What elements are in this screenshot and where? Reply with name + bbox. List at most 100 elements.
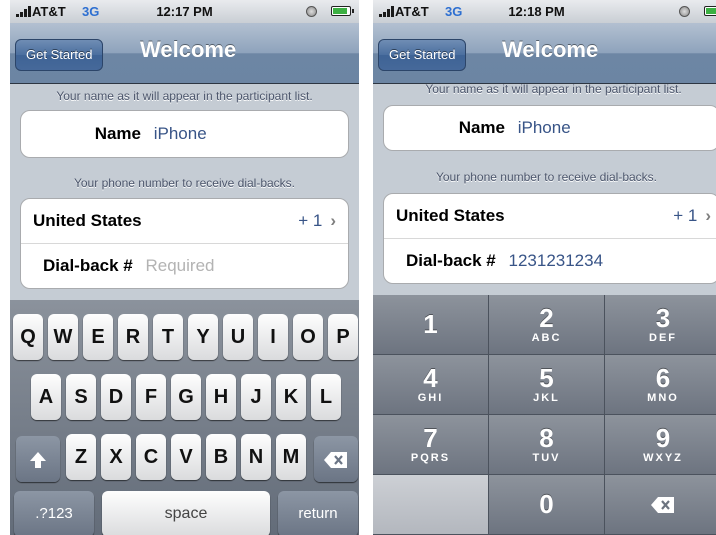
- shift-arrow-icon: [30, 451, 46, 468]
- phone-group: United States + 1 › Dial-back # 123123123…: [383, 193, 716, 284]
- letter-key[interactable]: E: [83, 314, 113, 360]
- shift-key[interactable]: [16, 436, 60, 482]
- digit-key[interactable]: 6 MNO: [605, 355, 716, 415]
- letter-key[interactable]: S: [66, 374, 96, 420]
- letter-key[interactable]: M: [276, 434, 306, 480]
- country-row[interactable]: United States + 1 ›: [384, 194, 716, 238]
- letters-label: JKL: [533, 392, 560, 404]
- page-title: Welcome: [502, 37, 599, 62]
- dialback-input[interactable]: Required: [146, 256, 215, 275]
- letter-key[interactable]: D: [101, 374, 131, 420]
- letter-key[interactable]: F: [136, 374, 166, 420]
- delete-key[interactable]: [314, 436, 358, 482]
- letter-key[interactable]: W: [48, 314, 78, 360]
- letters-label: PQRS: [410, 452, 451, 464]
- digit-key[interactable]: 0: [489, 475, 605, 535]
- name-hint: Your name as it will appear in the parti…: [56, 89, 313, 103]
- country-row[interactable]: United States + 1 ›: [21, 199, 348, 243]
- name-field[interactable]: Name iPhone: [21, 111, 348, 157]
- letter-key[interactable]: Z: [66, 434, 96, 480]
- status-time: 12:18 PM: [508, 4, 565, 19]
- letter-key[interactable]: X: [101, 434, 131, 480]
- name-value[interactable]: iPhone: [154, 124, 207, 143]
- digit-label: 4: [423, 363, 438, 393]
- digit-label: 6: [655, 363, 671, 393]
- backspace-icon: [324, 451, 347, 468]
- chevron-right-icon: ›: [330, 211, 336, 230]
- digit-label: 0: [539, 489, 554, 519]
- get-started-button[interactable]: Get Started: [378, 39, 467, 71]
- phone-screen-left: AT&T 3G 12:17 PM Get Started Welcome You…: [10, 0, 359, 535]
- numeric-keypad: 1 2 ABC 3 DEF 4 GHI 5 JKL 6 MNO 7 PQRS 8 TUV 9 WXYZ 0: [373, 295, 716, 535]
- get-started-button[interactable]: Get Started: [15, 39, 104, 71]
- name-label: Name: [94, 124, 141, 143]
- dialback-label: Dial-back #: [43, 256, 133, 275]
- digit-key[interactable]: 2 ABC: [489, 295, 605, 355]
- letter-key[interactable]: P: [328, 314, 358, 360]
- letters-label: WXYZ: [643, 452, 683, 464]
- digit-label: 1: [423, 309, 438, 339]
- navigation-bar: Get Started Welcome: [373, 23, 716, 84]
- digit-label: 5: [539, 363, 554, 393]
- letter-key[interactable]: G: [171, 374, 201, 420]
- digit-key[interactable]: 7 PQRS: [373, 415, 489, 475]
- digit-label: 2: [539, 303, 554, 333]
- letter-key[interactable]: U: [223, 314, 253, 360]
- dialback-field[interactable]: Dial-back # 1231231234: [384, 238, 716, 283]
- name-label: Name: [458, 118, 505, 137]
- digit-label: 7: [423, 423, 438, 453]
- country-code: + 1: [673, 206, 698, 225]
- phone-hint: Your phone number to receive dial-backs.: [73, 176, 296, 190]
- phone-screen-right: AT&T 3G 12:18 PM Get Started Welcome You…: [373, 0, 716, 535]
- letter-key[interactable]: I: [258, 314, 288, 360]
- letters-label: TUV: [532, 452, 561, 464]
- digit-key[interactable]: 3 DEF: [605, 295, 716, 355]
- digit-key[interactable]: 1: [373, 295, 489, 355]
- name-group: Name iPhone: [383, 105, 716, 151]
- alarm-icon: [679, 6, 690, 17]
- name-value[interactable]: iPhone: [518, 118, 571, 137]
- letter-key[interactable]: B: [206, 434, 236, 480]
- letter-key[interactable]: H: [206, 374, 236, 420]
- navigation-bar: Get Started Welcome: [10, 23, 359, 84]
- country-label: United States: [396, 206, 505, 225]
- letters-label: ABC: [531, 332, 562, 344]
- letter-key[interactable]: L: [311, 374, 341, 420]
- delete-key[interactable]: [605, 475, 716, 535]
- country-label: United States: [33, 211, 142, 230]
- name-hint: Your name as it will appear in the parti…: [425, 82, 682, 96]
- dialback-input[interactable]: 1231231234: [509, 251, 604, 270]
- digit-key[interactable]: 4 GHI: [373, 355, 489, 415]
- dialback-field[interactable]: Dial-back # Required: [21, 243, 348, 288]
- letter-key[interactable]: A: [31, 374, 61, 420]
- space-key[interactable]: space: [102, 491, 270, 535]
- phone-hint: Your phone number to receive dial-backs.: [435, 170, 658, 184]
- page-title: Welcome: [140, 37, 237, 62]
- letter-key[interactable]: J: [241, 374, 271, 420]
- digit-label: 9: [655, 423, 671, 453]
- digit-label: 3: [655, 303, 671, 333]
- alpha-keyboard: QWERTYUIOP ASDFGHJKL ZXCVBNM .?123 space…: [10, 300, 359, 535]
- letter-key[interactable]: C: [136, 434, 166, 480]
- digit-key[interactable]: 8 TUV: [489, 415, 605, 475]
- letter-key[interactable]: O: [293, 314, 323, 360]
- number-mode-key[interactable]: .?123: [14, 491, 94, 535]
- battery-icon: [704, 6, 716, 16]
- letter-key[interactable]: T: [153, 314, 183, 360]
- letter-key[interactable]: R: [118, 314, 148, 360]
- country-code: + 1: [298, 211, 323, 230]
- letter-key[interactable]: Q: [13, 314, 43, 360]
- digit-label: 8: [539, 423, 554, 453]
- letter-key[interactable]: K: [276, 374, 306, 420]
- blank-key: [373, 475, 489, 535]
- status-bar: AT&T 3G 12:18 PM: [373, 0, 716, 24]
- letter-key[interactable]: Y: [188, 314, 218, 360]
- digit-key[interactable]: 9 WXYZ: [605, 415, 716, 475]
- phone-group: United States + 1 › Dial-back # Required: [20, 198, 349, 289]
- letter-key[interactable]: N: [241, 434, 271, 480]
- name-field[interactable]: Name iPhone: [384, 106, 716, 150]
- return-key[interactable]: return: [278, 491, 358, 535]
- letter-key[interactable]: V: [171, 434, 201, 480]
- name-group: Name iPhone: [20, 110, 349, 158]
- digit-key[interactable]: 5 JKL: [489, 355, 605, 415]
